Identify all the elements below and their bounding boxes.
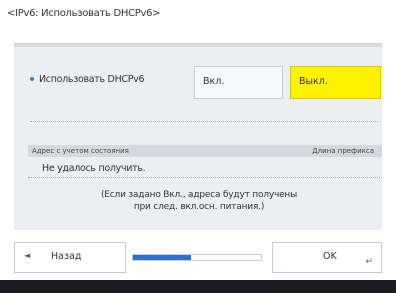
enter-icon: ↵ (365, 257, 373, 267)
off-button-label: Выкл. (299, 76, 328, 87)
on-button[interactable]: Вкл. (194, 66, 283, 99)
status-strip (0, 280, 396, 293)
bottom-bar: ◄ Назад OK ↵ (14, 242, 382, 275)
panel-divider (14, 44, 382, 47)
dhcp-setting-label: Использовать DHCPv6 (30, 74, 145, 85)
info-note: (Если задано Вкл., адреса будут получены… (74, 189, 324, 213)
table-header: Адрес с учетом состояния Длина префикса (28, 145, 382, 157)
ok-button-label: OK (323, 251, 337, 262)
settings-panel: Использовать DHCPv6 Вкл. Выкл. Адрес с у… (14, 43, 382, 230)
progress-bar (132, 254, 262, 261)
progress-fill (133, 255, 191, 260)
divider (30, 121, 378, 122)
note-line-2: при след. вкл.осн. питания.) (133, 202, 265, 212)
dhcp-setting-text: Использовать DHCPv6 (39, 74, 145, 85)
off-button[interactable]: Выкл. (290, 66, 381, 99)
ok-button[interactable]: OK ↵ (272, 242, 382, 273)
back-button[interactable]: ◄ Назад (14, 242, 126, 273)
column-prefix-length: Длина префикса (312, 147, 374, 155)
column-address: Адрес с учетом состояния (32, 147, 129, 155)
on-button-label: Вкл. (203, 76, 225, 87)
page-title: <IPv6: Использовать DHCPv6> (7, 8, 161, 19)
back-arrow-icon: ◄ (24, 251, 31, 260)
back-button-label: Назад (51, 251, 82, 262)
table-row: Не удалось получить. (42, 163, 146, 174)
note-line-1: (Если задано Вкл., адреса будут получены (101, 190, 297, 200)
table-divider (28, 177, 382, 178)
bullet-icon (30, 76, 34, 81)
